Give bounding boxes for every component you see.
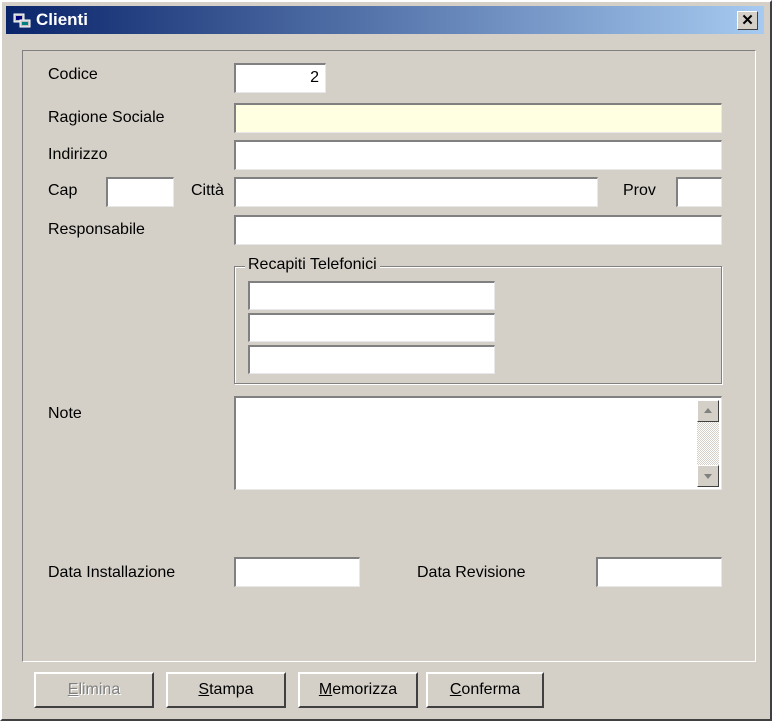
stampa-mnemonic: S [198, 681, 210, 698]
telefono-1-field[interactable] [248, 281, 495, 310]
note-textarea[interactable] [234, 396, 722, 490]
close-button[interactable]: ✕ [737, 11, 758, 30]
stampa-button[interactable]: Stampa [166, 672, 286, 708]
note-scrollbar[interactable] [697, 400, 719, 487]
prov-label: Prov [623, 182, 656, 199]
arrow-down-icon [704, 474, 712, 479]
elimina-mnemonic: E [67, 681, 79, 698]
indirizzo-field[interactable] [234, 140, 722, 170]
memorizza-label: emorizza [332, 681, 398, 698]
arrow-up-icon [704, 408, 712, 413]
scroll-down-button[interactable] [697, 465, 719, 487]
elimina-button[interactable]: Elimina [34, 672, 154, 708]
stampa-label: tampa [209, 681, 254, 698]
telefono-3-field[interactable] [248, 345, 495, 374]
memorizza-mnemonic: M [318, 681, 333, 698]
responsabile-label: Responsabile [48, 221, 145, 238]
indirizzo-label: Indirizzo [48, 146, 108, 163]
conferma-mnemonic: C [449, 681, 462, 698]
recapiti-telefonici-title: Recapiti Telefonici [245, 256, 380, 274]
data-revisione-label: Data Revisione [417, 564, 526, 581]
prov-field[interactable] [676, 177, 722, 207]
window-app-icon [13, 13, 31, 28]
telefono-2-field[interactable] [248, 313, 495, 342]
cap-field[interactable] [106, 177, 174, 207]
responsabile-field[interactable] [234, 215, 722, 245]
citta-field[interactable] [234, 177, 598, 207]
conferma-label: onferma [461, 681, 521, 698]
title-bar[interactable]: Clienti ✕ [6, 6, 764, 34]
elimina-label: limina [78, 681, 121, 698]
cap-label: Cap [48, 182, 78, 199]
citta-label: Città [191, 182, 224, 199]
data-installazione-field[interactable] [234, 557, 360, 587]
codice-label: Codice [48, 66, 98, 83]
window-title: Clienti [36, 10, 88, 29]
note-label: Note [48, 405, 82, 422]
clienti-window: Clienti ✕ Codice 2 Ragione Sociale Indir… [0, 0, 772, 721]
codice-field[interactable]: 2 [234, 63, 326, 93]
memorizza-button[interactable]: Memorizza [298, 672, 418, 708]
close-icon: ✕ [741, 12, 754, 29]
ragione-sociale-field[interactable] [234, 103, 722, 133]
data-installazione-label: Data Installazione [48, 564, 176, 581]
scroll-up-button[interactable] [697, 400, 719, 422]
data-revisione-field[interactable] [596, 557, 722, 587]
ragione-sociale-label: Ragione Sociale [48, 109, 165, 126]
conferma-button[interactable]: Conferma [426, 672, 544, 708]
note-text [236, 398, 721, 406]
